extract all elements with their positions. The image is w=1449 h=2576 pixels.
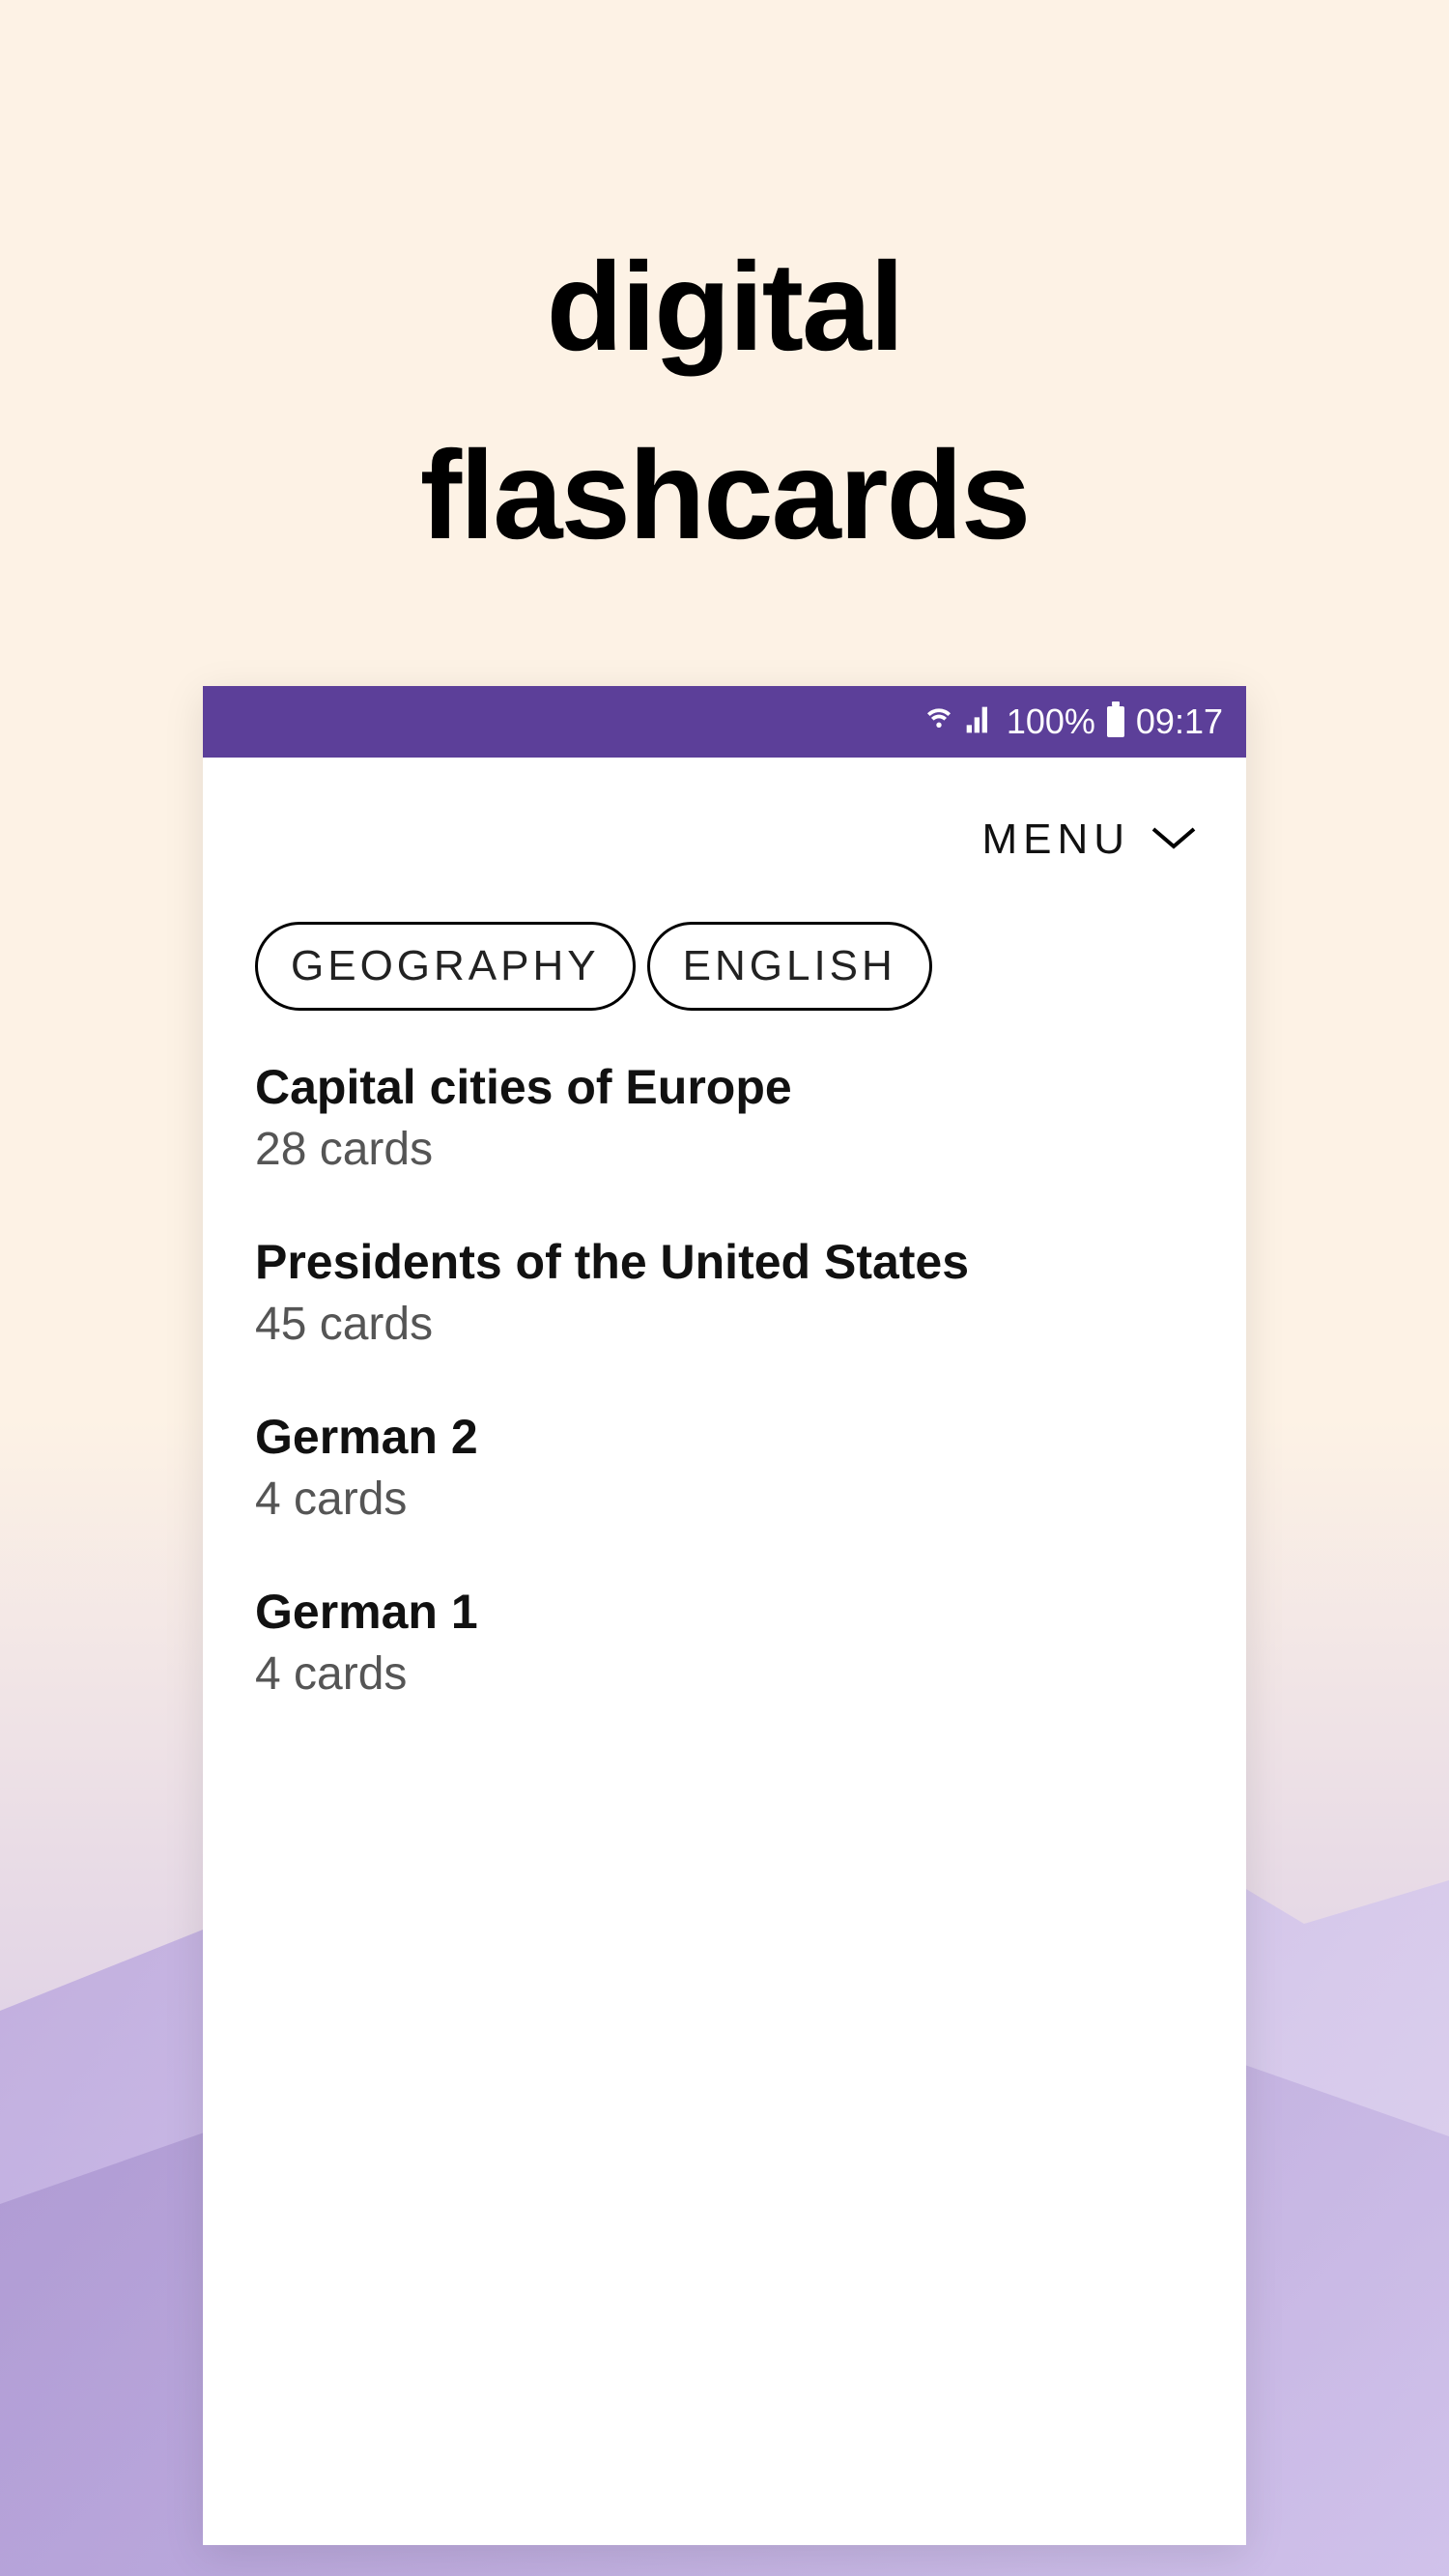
wifi-icon [923,704,954,740]
page-title: digital flashcards [0,0,1449,589]
filter-chips: GEOGRAPHY ENGLISH [251,922,1198,1011]
list-item[interactable]: German 2 4 cards [255,1409,1198,1526]
clock-time: 09:17 [1136,701,1223,742]
status-bar: 100% 09:17 [203,686,1246,758]
chip-geography[interactable]: GEOGRAPHY [255,922,636,1011]
phone-mockup: 100% 09:17 MENU GEOGRAPHY ENGLISH Capita… [203,686,1246,2545]
battery-percent: 100% [1007,701,1095,742]
deck-title: German 1 [255,1584,1198,1640]
deck-title: Presidents of the United States [255,1234,1198,1290]
deck-list: Capital cities of Europe 28 cards Presid… [251,1059,1198,1701]
chevron-down-icon [1150,825,1198,855]
signal-icon [964,704,995,740]
list-item[interactable]: German 1 4 cards [255,1584,1198,1701]
menu-button[interactable]: MENU [251,796,1198,922]
list-item[interactable]: Capital cities of Europe 28 cards [255,1059,1198,1176]
title-line-1: digital [0,213,1449,401]
deck-count: 45 cards [255,1298,1198,1351]
title-line-2: flashcards [0,401,1449,589]
deck-count: 4 cards [255,1647,1198,1701]
deck-count: 28 cards [255,1123,1198,1176]
deck-count: 4 cards [255,1473,1198,1526]
deck-title: German 2 [255,1409,1198,1465]
list-item[interactable]: Presidents of the United States 45 cards [255,1234,1198,1351]
status-icons [923,704,995,740]
menu-label: MENU [981,816,1130,864]
deck-title: Capital cities of Europe [255,1059,1198,1115]
chip-english[interactable]: ENGLISH [647,922,932,1011]
app-content: MENU GEOGRAPHY ENGLISH Capital cities of… [203,758,1246,2545]
battery-icon [1107,706,1124,737]
